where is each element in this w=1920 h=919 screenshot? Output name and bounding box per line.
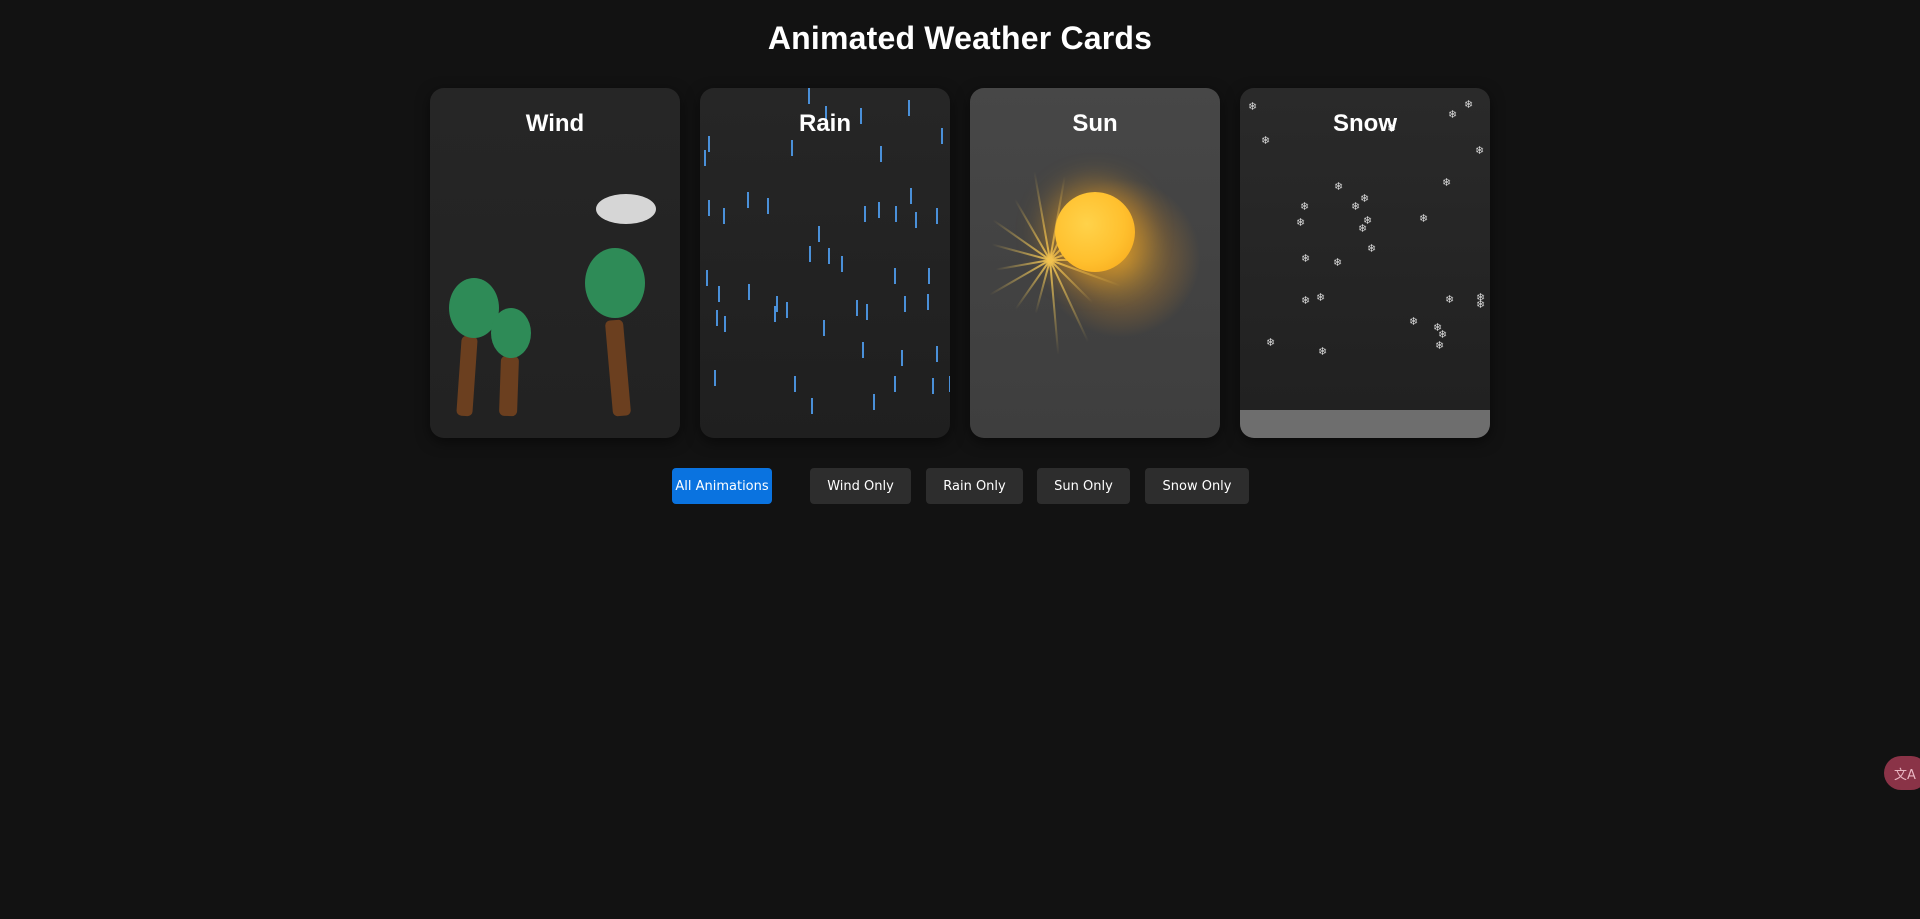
raindrop [724,316,726,332]
raindrop [910,188,912,204]
raindrop [927,294,929,310]
raindrop [864,206,866,222]
raindrop [704,150,706,166]
raindrop [936,346,938,362]
all-animations-button[interactable]: All Animations [672,468,772,504]
raindrop [714,370,716,386]
raindrop [808,88,810,104]
raindrop [862,342,864,358]
raindrop [823,320,825,336]
raindrop [818,226,820,242]
raindrop [706,270,708,286]
snowflake-icon: ❄ [1367,243,1377,255]
snowflake-icon: ❄ [1300,201,1310,213]
snow-only-button[interactable]: Snow Only [1145,468,1249,504]
raindrop [856,300,858,316]
sun-card-title: Sun [1072,110,1118,137]
raindrop [841,256,843,272]
raindrop [723,208,725,224]
raindrop [894,268,896,284]
raindrop [828,248,830,264]
raindrop [748,284,750,300]
raindrop [776,296,778,312]
raindrop [747,192,749,208]
raindrop [809,246,811,262]
snowflake-icon: ❄ [1296,217,1306,229]
snow-card: Snow ❄❄❄❄❄❄❄❄❄❄❄❄❄❄❄❄❄❄❄❄❄❄❄❄❄❄❄❄❄❄ [1240,88,1490,438]
raindrop [794,376,796,392]
snowflake-icon: ❄ [1360,193,1370,205]
snowflake-icon: ❄ [1333,257,1343,269]
snowflake-icon: ❄ [1358,223,1368,235]
raindrop [878,202,880,218]
raindrop [915,212,917,228]
raindrop [708,136,710,152]
sun-only-button[interactable]: Sun Only [1037,468,1130,504]
snow-card-title: Snow [1333,110,1397,137]
raindrop [894,376,896,392]
snowflake-icon: ❄ [1475,145,1485,157]
tree-trunk [498,355,520,417]
raindrop [901,350,903,366]
raindrop [880,146,882,162]
sun-ray [992,219,1051,261]
snowflake-icon: ❄ [1476,299,1486,311]
snowflake-icon: ❄ [1301,253,1311,265]
raindrop [949,376,950,392]
wind-card: Wind [430,88,680,438]
snowflake-icon: ❄ [1316,292,1326,304]
wind-only-button[interactable]: Wind Only [810,468,911,504]
translate-icon[interactable]: 文A [1884,756,1920,790]
raindrop [716,310,718,326]
tree-crown [491,308,531,358]
snowflake-icon: ❄ [1334,181,1344,193]
weather-cards: Wind Rain Sun Snow ❄ ❄ ❄ ❄ ❄ ❄ ❄ ❄ ❄ ❄ ❄ ❄ ❄ ❄ ❄ ❄ ❄ ❄ ❄ ❄ ❄… [430,88,1490,438]
wind-card-title: Wind [525,110,585,137]
translate-label: 文A [1894,767,1916,783]
raindrop [895,206,897,222]
rain-card: Rain [700,88,950,438]
snowflake-icon: ❄ [1409,316,1419,328]
snowflake-icon: ❄ [1301,295,1311,307]
page-title: Animated Weather Cards [767,20,1153,56]
raindrop [904,296,906,312]
snowflake-icon: ❄ [1318,346,1328,358]
raindrop [928,268,930,284]
sun-card: Sun [970,88,1220,438]
snowflake-icon: ❄ [1351,201,1361,213]
cloud-icon [596,194,656,224]
raindrop [936,208,938,224]
raindrop [866,304,868,320]
raindrop [774,306,776,322]
rain-only-button[interactable]: Rain Only [926,468,1023,504]
snowflake-icon: ❄ [1419,213,1429,225]
raindrop [708,200,710,216]
snowflake-icon: ❄ [1445,294,1455,306]
sun-icon [1055,192,1135,272]
tree-crown [585,248,645,318]
raindrop [786,302,788,318]
tree-trunk [604,319,632,417]
tree-trunk [456,335,478,417]
snowflake-icon: ❄ [1266,337,1276,349]
raindrop [791,140,793,156]
rain-card-title: Rain [798,110,851,137]
raindrop [811,398,813,414]
raindrop [932,378,934,394]
snowflake-icon: ❄ [1435,340,1445,352]
raindrop [718,286,720,302]
snowflake-icon: ❄ [1442,177,1452,189]
snow-ground [1240,410,1490,438]
raindrop [873,394,875,410]
raindrop [767,198,769,214]
